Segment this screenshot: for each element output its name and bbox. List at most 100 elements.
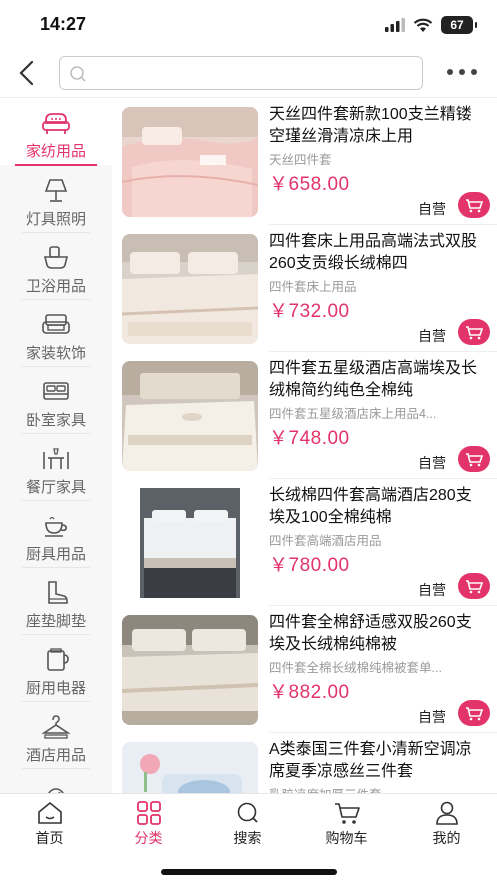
product-subtitle: 天丝四件套 [269, 153, 332, 167]
product-price: ￥882.00 [269, 682, 350, 703]
couch-icon [42, 314, 70, 334]
bathroom-icon [43, 246, 69, 269]
dining-icon [43, 448, 69, 469]
teapot-icon [45, 516, 67, 537]
product-title: 长绒棉四件套高端酒店280支埃及100全棉纯棉 [269, 487, 472, 526]
sidebar-item-label: 卧室家具 [25, 412, 86, 429]
dot-icon [471, 69, 477, 75]
cart-icon [466, 199, 484, 213]
status-time: 14:27 [40, 14, 87, 34]
sidebar-item-more[interactable] [0, 769, 112, 793]
dot-icon [459, 69, 465, 75]
product-subtitle: 四件套床上用品 [269, 280, 357, 294]
sidebar-item-kitchen-appliances[interactable]: 厨用电器 [0, 635, 112, 702]
sidebar-item-label: 卫浴用品 [25, 278, 86, 295]
sidebar-item-soft-furnishing[interactable]: 家装软饰 [0, 300, 112, 367]
product-image[interactable] [122, 615, 258, 725]
add-to-cart-button[interactable] [458, 319, 490, 345]
category-sidebar: 家纺用品 灯具照明 卫浴用品 家装软饰 卧室家具 餐厅家具 厨具用品 座垫脚垫 … [0, 98, 112, 793]
product-title: 四件套全棉舒适感双股260支埃及长绒棉纯棉被 [269, 614, 472, 653]
sidebar-item-label: 厨用电器 [25, 680, 86, 697]
sidebar-item-home-textiles[interactable]: 家纺用品 [0, 98, 112, 166]
search-icon [70, 66, 86, 82]
sidebar-item-hotel-supplies[interactable]: 酒店用品 [0, 702, 112, 769]
product-list: 天丝四件套新款100支兰精镂空瑾丝滑清凉床上用 天丝四件套 ￥658.00 自营 [112, 98, 497, 793]
product-subtitle: 四件套五星级酒店床上用品4... [269, 407, 437, 421]
product-card[interactable]: 天丝四件套新款100支兰精镂空瑾丝滑清凉床上用 天丝四件套 ￥658.00 自营 [112, 98, 497, 225]
back-button[interactable] [12, 56, 42, 90]
grid-icon [137, 801, 161, 825]
add-to-cart-button[interactable] [458, 192, 490, 218]
add-to-cart-button[interactable] [458, 446, 490, 472]
product-card[interactable]: 四件套五星级酒店高端埃及长绒棉简约纯色全棉纯 四件套五星级酒店床上用品4... … [112, 352, 497, 479]
sidebar-item-label: 厨具用品 [25, 546, 86, 563]
chevron-left-icon [19, 60, 34, 86]
cart-icon [466, 580, 484, 594]
tab-category[interactable]: 分类 [99, 798, 198, 848]
tab-search[interactable]: 搜索 [198, 798, 297, 848]
product-card[interactable]: 四件套全棉舒适感双股260支埃及长绒棉纯棉被 四件套全棉长绒棉纯棉被套单... … [112, 606, 497, 733]
top-bar [0, 50, 497, 98]
home-indicator [161, 869, 337, 875]
user-icon [436, 801, 458, 825]
bed-icon [43, 382, 69, 400]
product-image[interactable] [122, 488, 258, 598]
sidebar-item-label: 家纺用品 [25, 143, 86, 160]
product-title: 天丝四件套新款100支兰精镂空瑾丝滑清凉床上用 [269, 106, 472, 145]
self-operated-tag: 自营 [418, 201, 446, 217]
hanger-icon [41, 715, 71, 739]
product-price: ￥732.00 [269, 301, 350, 322]
add-to-cart-button[interactable] [458, 573, 490, 599]
add-to-cart-button[interactable] [458, 700, 490, 726]
tab-home[interactable]: 首页 [0, 798, 99, 848]
tab-label: 我的 [432, 830, 461, 846]
signal-icon [385, 18, 405, 32]
sidebar-item-bathroom[interactable]: 卫浴用品 [0, 233, 112, 300]
self-operated-tag: 自营 [418, 582, 446, 598]
status-bar: 14:27 67 [0, 0, 497, 50]
sidebar-item-cushions-mats[interactable]: 座垫脚垫 [0, 568, 112, 635]
sidebar-item-label: 餐厅家具 [25, 479, 86, 496]
more-options-button[interactable] [447, 64, 483, 80]
product-subtitle: 乳胶凉席加厚三件套 [269, 784, 485, 793]
product-title: 四件套床上用品高端法式双股260支贡缎长绒棉四 [269, 233, 478, 272]
dot-icon [447, 69, 453, 75]
tab-label: 分类 [134, 830, 163, 846]
tab-mine[interactable]: 我的 [397, 798, 496, 848]
lamp-icon [44, 179, 68, 202]
sidebar-item-label: 座垫脚垫 [25, 613, 86, 630]
search-input[interactable] [92, 61, 412, 85]
product-image[interactable] [122, 361, 258, 471]
self-operated-tag: 自营 [418, 328, 446, 344]
sofa-icon [42, 113, 70, 134]
cart-icon [335, 803, 360, 824]
appliance-icon [47, 648, 69, 671]
sidebar-item-kitchenware[interactable]: 厨具用品 [0, 501, 112, 568]
sidebar-item-label: 灯具照明 [25, 211, 86, 228]
cart-icon [466, 707, 484, 721]
sidebar-item-label: 酒店用品 [25, 747, 86, 764]
home-icon [38, 802, 62, 824]
product-price: ￥780.00 [269, 555, 350, 576]
product-image[interactable] [122, 107, 258, 217]
search-icon [237, 802, 258, 823]
product-image[interactable] [122, 234, 258, 344]
product-image[interactable] [122, 742, 258, 793]
product-title: 四件套五星级酒店高端埃及长绒棉简约纯色全棉纯 [269, 360, 478, 399]
product-subtitle: 四件套高端酒店用品 [269, 534, 382, 548]
sidebar-item-label: 家装软饰 [25, 345, 86, 362]
cart-icon [466, 453, 484, 467]
partial-icon [48, 788, 64, 793]
sidebar-item-dining-furniture[interactable]: 餐厅家具 [0, 434, 112, 501]
sidebar-item-bedroom-furniture[interactable]: 卧室家具 [0, 367, 112, 434]
tab-cart[interactable]: 购物车 [297, 798, 396, 848]
product-title: A类泰国三件套小清新空调凉席夏季凉感丝三件套 [269, 741, 472, 780]
product-card[interactable]: A类泰国三件套小清新空调凉席夏季凉感丝三件套 乳胶凉席加厚三件套 [112, 733, 497, 793]
product-card[interactable]: 长绒棉四件套高端酒店280支埃及100全棉纯棉 四件套高端酒店用品 ￥780.0… [112, 479, 497, 606]
search-bar[interactable] [59, 56, 423, 90]
product-subtitle: 四件套全棉长绒棉纯棉被套单... [269, 661, 442, 675]
product-card[interactable]: 四件套床上用品高端法式双股260支贡缎长绒棉四 四件套床上用品 ￥732.00 … [112, 225, 497, 352]
sidebar-item-lighting[interactable]: 灯具照明 [0, 166, 112, 233]
cart-icon [466, 326, 484, 340]
product-price: ￥748.00 [269, 428, 350, 449]
